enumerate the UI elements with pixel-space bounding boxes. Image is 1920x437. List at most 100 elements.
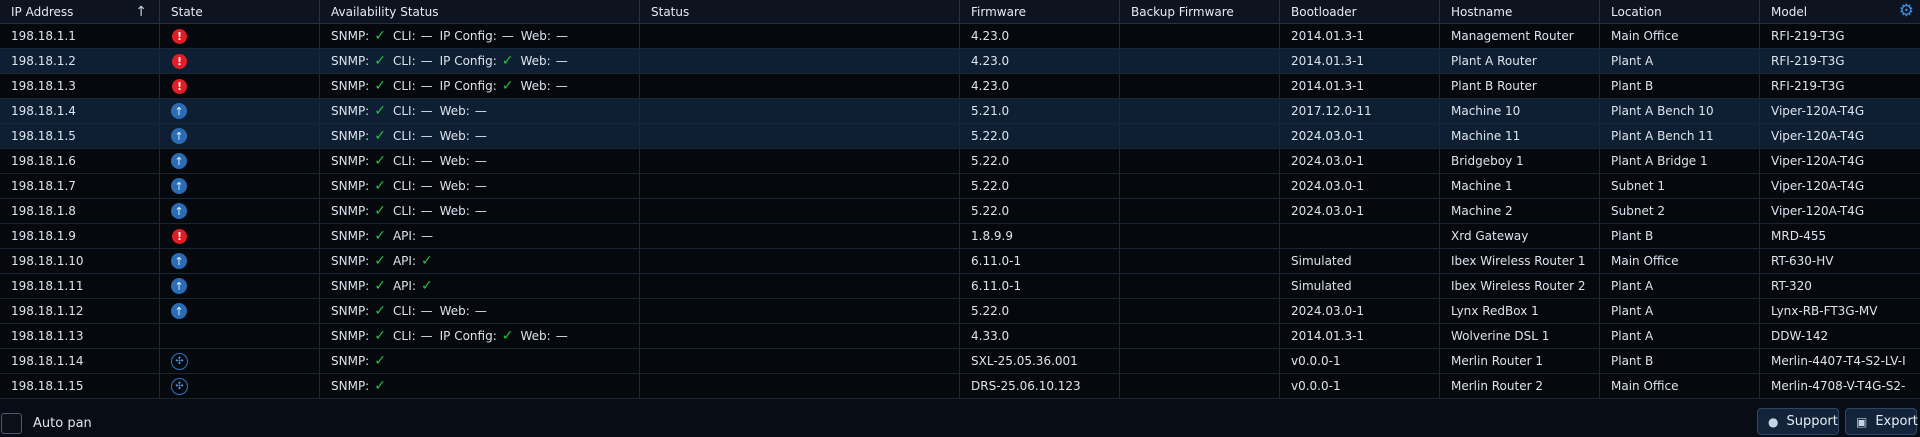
state-cell: ! [160, 49, 320, 73]
availability-value: — [474, 129, 487, 143]
col-header-firmware[interactable]: Firmware [960, 0, 1120, 23]
location: Plant A [1611, 54, 1654, 68]
col-header-backup-firmware[interactable]: Backup Firmware [1120, 0, 1280, 23]
status-text-cell [640, 374, 960, 398]
availability-value: — [555, 79, 568, 93]
model: Viper-120A-T4G [1771, 179, 1865, 193]
upgrade-icon: ↑ [171, 253, 187, 269]
alert-icon: ! [172, 53, 187, 69]
bootloader-version-cell: Simulated [1280, 249, 1440, 273]
col-header-hostname[interactable]: Hostname [1440, 0, 1600, 23]
model-cell: RT-320 [1760, 274, 1920, 298]
ip-address: 198.18.1.8 [11, 204, 76, 218]
availability-value: — [420, 129, 433, 143]
hostname-cell: Bridgeboy 1 [1440, 149, 1600, 173]
backup-firmware-cell [1120, 299, 1280, 323]
table-row[interactable]: 198.18.1.14 ✣ SNMP: ✓ SXL-25.05.36.001 v0.0.0… [0, 349, 1920, 374]
autopan-toggle[interactable]: Auto pan [1, 413, 92, 434]
check-icon: ✓ [421, 253, 433, 269]
firmware-version: 4.33.0 [971, 329, 1010, 343]
firmware-version-cell: 6.11.0-1 [960, 274, 1120, 298]
table-row[interactable]: 198.18.1.3! SNMP: ✓ CLI: — IP Config: ✓ Web: — 4.… [0, 74, 1920, 99]
table-row[interactable]: 198.18.1.8 ↑ SNMP: ✓ CLI: — Web: — 5.22.0 2024.03… [0, 199, 1920, 224]
col-header-location[interactable]: Location [1600, 0, 1760, 23]
availability-label: CLI: [392, 304, 416, 318]
firmware-version-cell: 1.8.9.9 [960, 224, 1120, 248]
availability-label: IP Config: [439, 329, 497, 343]
backup-firmware-cell [1120, 349, 1280, 373]
availability-label: API: [392, 229, 416, 243]
state-cell: ↑ [160, 299, 320, 323]
availability-label: Web: [439, 104, 470, 118]
table-row[interactable]: 198.18.1.12 ↑ SNMP: ✓ CLI: — Web: — 5.22.0 2024.0… [0, 299, 1920, 324]
availability-label: Web: [439, 154, 470, 168]
location: Main Office [1611, 379, 1679, 393]
location: Plant A [1611, 304, 1654, 318]
check-icon: ✓ [374, 328, 386, 344]
backup-firmware-cell [1120, 224, 1280, 248]
hostname: Merlin Router 1 [1451, 354, 1543, 368]
hostname: Merlin Router 2 [1451, 379, 1543, 393]
col-header-bootloader[interactable]: Bootloader [1280, 0, 1440, 23]
location-cell: Plant A [1600, 324, 1760, 348]
firmware-version: 6.11.0-1 [971, 254, 1022, 268]
availability-label: Web: [439, 304, 470, 318]
model: Merlin-4407-T4-S2-LV-I [1771, 354, 1906, 368]
check-icon: ✓ [501, 328, 514, 344]
support-button[interactable]: ● Support [1757, 408, 1839, 435]
bootloader-version: 2014.01.3-1 [1291, 79, 1365, 93]
availability-label: CLI: [392, 54, 416, 68]
availability-label: Web: [439, 129, 470, 143]
location: Plant A Bridge 1 [1611, 154, 1708, 168]
table-row[interactable]: 198.18.1.11 ↑ SNMP: ✓ API: ✓ 6.11.0-1 Simulated… [0, 274, 1920, 299]
ip-address: 198.18.1.14 [11, 354, 84, 368]
ip-address: 198.18.1.5 [11, 129, 76, 143]
export-button[interactable]: ▣ Export [1845, 408, 1918, 435]
location-cell: Main Office [1600, 249, 1760, 273]
col-header-ip[interactable]: IP Address ↑ [0, 0, 160, 23]
availability-label: SNMP: [331, 129, 370, 143]
availability-label: SNMP: [331, 79, 370, 93]
table-row[interactable]: 198.18.1.4 ↑ SNMP: ✓ CLI: — Web: — 5.21.0 2017.12… [0, 99, 1920, 124]
col-header-availability[interactable]: Availability Status [320, 0, 640, 23]
ip-address: 198.18.1.11 [11, 279, 84, 293]
location: Subnet 1 [1611, 179, 1665, 193]
availability-label: SNMP: [331, 104, 370, 118]
table-row[interactable]: 198.18.1.1! SNMP: ✓ CLI: — IP Config: — Web: — 4.… [0, 24, 1920, 49]
hostname: Plant A Router [1451, 54, 1537, 68]
bootloader-version: 2014.01.3-1 [1291, 329, 1365, 343]
ip-address: 198.18.1.15 [11, 379, 84, 393]
col-header-model[interactable]: Model ⚙ [1760, 0, 1920, 23]
state-cell: ✣ [160, 349, 320, 373]
state-cell: ! [160, 74, 320, 98]
col-header-state[interactable]: State [160, 0, 320, 23]
location: Plant A Bench 10 [1611, 104, 1714, 118]
table-row[interactable]: 198.18.1.15 ✣ SNMP: ✓ DRS-25.06.10.123 v0.0.0… [0, 374, 1920, 399]
autopan-label: Auto pan [33, 416, 92, 431]
sort-ascending-icon[interactable]: ↑ [135, 4, 147, 20]
upgrade-icon: ↑ [171, 203, 187, 219]
ip-address: 198.18.1.3 [11, 79, 76, 93]
ip-address-cell: 198.18.1.7 [0, 174, 160, 198]
bootloader-version: 2024.03.0-1 [1291, 204, 1365, 218]
table-row[interactable]: 198.18.1.13 SNMP: ✓ CLI: — IP Config: ✓ Web: — 4.… [0, 324, 1920, 349]
autopan-checkbox[interactable] [1, 413, 22, 434]
table-row[interactable]: 198.18.1.5 ↑ SNMP: ✓ CLI: — Web: — 5.22.0 2024.03… [0, 124, 1920, 149]
location-cell: Subnet 1 [1600, 174, 1760, 198]
hostname: Machine 1 [1451, 179, 1513, 193]
availability-cell: SNMP: ✓ [320, 349, 640, 373]
bootloader-version: v0.0.0-1 [1291, 354, 1341, 368]
gear-icon[interactable]: ⚙ [1899, 3, 1914, 20]
table-row[interactable]: 198.18.1.7 ↑ SNMP: ✓ CLI: — Web: — 5.22.0 2024.03… [0, 174, 1920, 199]
table-row[interactable]: 198.18.1.2! SNMP: ✓ CLI: — IP Config: ✓ Web: — 4.… [0, 49, 1920, 74]
status-text-cell [640, 149, 960, 173]
state-cell: ↑ [160, 124, 320, 148]
firmware-version: 6.11.0-1 [971, 279, 1022, 293]
table-row[interactable]: 198.18.1.9! SNMP: ✓ API: — 1.8.9.9 Xrd Gateway… [0, 224, 1920, 249]
table-row[interactable]: 198.18.1.6 ↑ SNMP: ✓ CLI: — Web: — 5.22.0 2024.03… [0, 149, 1920, 174]
col-header-status[interactable]: Status [640, 0, 960, 23]
model: DDW-142 [1771, 329, 1829, 343]
availability-label: IP Config: [439, 54, 497, 68]
table-row[interactable]: 198.18.1.10 ↑ SNMP: ✓ API: ✓ 6.11.0-1 Simulated… [0, 249, 1920, 274]
location-cell: Plant A [1600, 274, 1760, 298]
